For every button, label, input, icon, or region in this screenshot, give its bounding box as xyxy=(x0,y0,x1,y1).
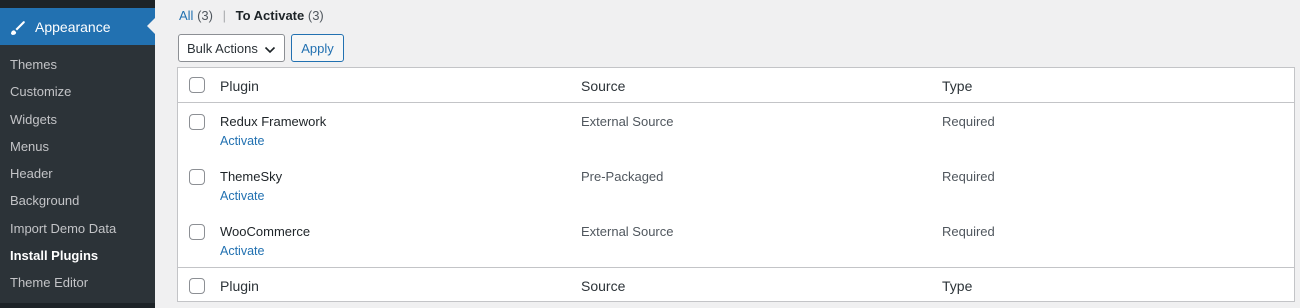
column-footer-source[interactable]: Source xyxy=(581,278,625,294)
filter-separator: | xyxy=(222,8,226,23)
sidebar-item-customize[interactable]: Customize xyxy=(0,78,155,105)
filter-all-count: (3) xyxy=(197,8,213,23)
sidebar-item-theme-editor[interactable]: Theme Editor xyxy=(0,269,155,296)
admin-sidebar: Appearance Themes Customize Widgets Menu… xyxy=(0,0,155,308)
sidebar-item-background[interactable]: Background xyxy=(0,187,155,214)
appearance-submenu: Themes Customize Widgets Menus Header Ba… xyxy=(0,45,155,297)
column-header-plugin[interactable]: Plugin xyxy=(220,78,259,94)
filter-to-activate-link[interactable]: To Activate xyxy=(236,8,305,23)
menu-appearance-label: Appearance xyxy=(35,18,111,35)
bulk-actions-value: Bulk Actions xyxy=(187,40,258,56)
sidebar-item-install-plugins[interactable]: Install Plugins xyxy=(0,242,155,269)
table-row: ThemeSky Activate Pre-Packaged Required xyxy=(178,159,1294,213)
sidebar-item-import-demo-data[interactable]: Import Demo Data xyxy=(0,215,155,242)
activate-link[interactable]: Activate xyxy=(220,244,264,258)
activate-link[interactable]: Activate xyxy=(220,189,264,203)
plugins-table: Plugin Source Type Redux Framework Activ… xyxy=(177,67,1295,302)
chevron-down-icon xyxy=(264,43,276,54)
activate-link[interactable]: Activate xyxy=(220,134,264,148)
main-content: All (3) | To Activate (3) Bulk Actions A… xyxy=(155,0,1300,308)
row-checkbox[interactable] xyxy=(189,114,205,130)
select-all-checkbox-footer[interactable] xyxy=(189,278,205,294)
sidebar-item-themes[interactable]: Themes xyxy=(0,51,155,78)
sidebar-item-menus[interactable]: Menus xyxy=(0,133,155,160)
plugin-source: External Source xyxy=(581,114,674,129)
plugin-name: ThemeSky xyxy=(220,169,283,184)
table-row: Redux Framework Activate External Source… xyxy=(178,104,1294,158)
table-row: WooCommerce Activate External Source Req… xyxy=(178,213,1294,267)
plugin-type: Required xyxy=(942,169,995,184)
plugin-type: Required xyxy=(942,224,995,239)
plugin-name: WooCommerce xyxy=(220,224,311,239)
bulk-actions-select[interactable]: Bulk Actions xyxy=(178,34,285,62)
plugin-type: Required xyxy=(942,114,995,129)
column-header-source[interactable]: Source xyxy=(581,78,625,94)
sidebar-bottom-strip xyxy=(0,303,155,308)
sidebar-item-widgets[interactable]: Widgets xyxy=(0,106,155,133)
status-filters: All (3) | To Activate (3) xyxy=(179,8,324,23)
plugin-name: Redux Framework xyxy=(220,114,327,129)
filter-to-activate-count: (3) xyxy=(307,8,324,23)
plugin-source: External Source xyxy=(581,224,674,239)
current-menu-arrow xyxy=(147,18,155,34)
filter-all-link[interactable]: All xyxy=(179,8,193,23)
sidebar-item-header[interactable]: Header xyxy=(0,160,155,187)
table-header-row: Plugin Source Type xyxy=(178,68,1294,103)
sidebar-top-strip xyxy=(0,0,155,8)
menu-appearance[interactable]: Appearance xyxy=(0,8,155,45)
row-checkbox[interactable] xyxy=(189,169,205,185)
table-footer-row: Plugin Source Type xyxy=(178,267,1294,302)
column-footer-type[interactable]: Type xyxy=(942,278,972,294)
row-checkbox[interactable] xyxy=(189,224,205,240)
plugin-source: Pre-Packaged xyxy=(581,169,664,184)
apply-button[interactable]: Apply xyxy=(291,34,344,62)
column-header-type[interactable]: Type xyxy=(942,78,972,94)
select-all-checkbox[interactable] xyxy=(189,77,205,93)
column-footer-plugin[interactable]: Plugin xyxy=(220,278,259,294)
paintbrush-icon xyxy=(8,17,28,37)
